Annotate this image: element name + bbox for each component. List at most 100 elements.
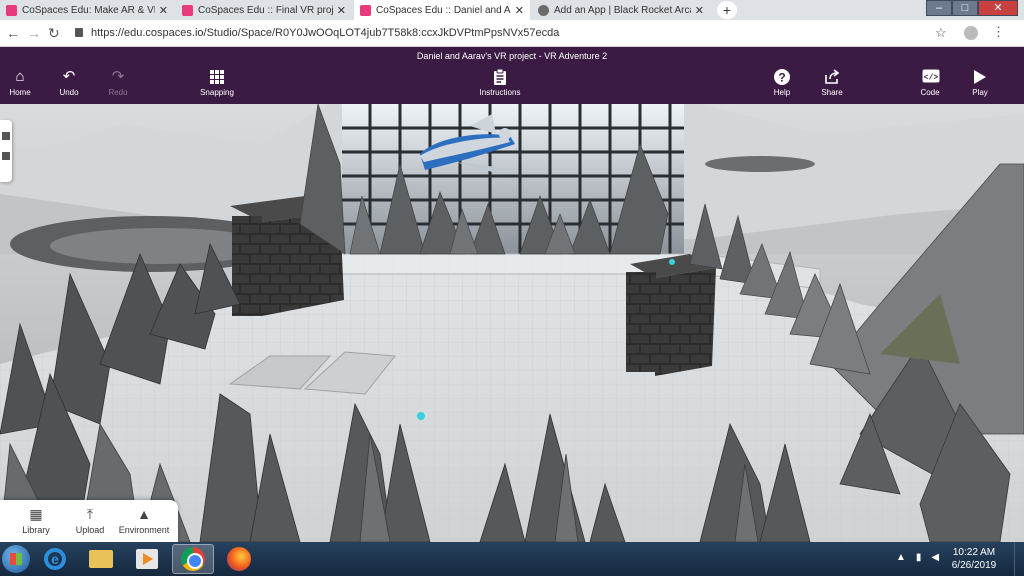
play-label: Play	[972, 88, 988, 97]
browser-tab-2[interactable]: CoSpaces Edu :: Final VR project ✕	[176, 0, 352, 20]
share-button[interactable]: Share	[810, 69, 854, 97]
help-label: Help	[773, 88, 791, 97]
grid-icon	[209, 69, 225, 85]
project-title: Daniel and Aarav's VR project - VR Adven…	[416, 51, 608, 61]
lock-icon	[75, 28, 83, 37]
minimize-button[interactable]: –	[926, 0, 952, 16]
browser-menu-icon[interactable]: ⋮	[992, 24, 1005, 40]
3d-viewport[interactable]	[0, 104, 1024, 542]
taskbar-clock[interactable]: 10:22 AM 6/26/2019	[944, 546, 1004, 572]
browser-tab-strip: CoSpaces Edu: Make AR & VR in ✕ CoSpaces…	[0, 0, 1024, 20]
svg-text:</>: </>	[924, 74, 939, 83]
browser-tab-3[interactable]: CoSpaces Edu :: Daniel and Aarav ✕	[354, 0, 530, 20]
tab-title: CoSpaces Edu: Make AR & VR in	[22, 4, 155, 16]
code-button[interactable]: </> Code	[908, 69, 952, 97]
code-icon: </>	[922, 69, 940, 85]
bottom-panel: ▦ Library ⤒ Upload ▲ Environment	[0, 500, 178, 542]
help-icon: ?	[774, 69, 790, 85]
library-button[interactable]: ▦ Library	[6, 506, 66, 535]
library-icon: ▦	[29, 506, 43, 522]
clock-date: 6/26/2019	[951, 560, 997, 571]
url-text: https://edu.cospaces.io/Studio/Space/R0Y…	[91, 27, 560, 39]
windows-logo-icon	[10, 553, 22, 565]
redo-label: Redo	[108, 88, 128, 97]
cospaces-icon	[360, 4, 371, 16]
undo-icon: ↶	[62, 68, 76, 85]
firefox-button[interactable]	[218, 544, 260, 574]
cospaces-icon	[182, 4, 193, 16]
cospaces-icon	[6, 4, 17, 16]
snapping-button[interactable]: Snapping	[195, 69, 239, 97]
library-label: Library	[22, 525, 50, 535]
close-icon[interactable]: ✕	[337, 4, 346, 17]
close-window-button[interactable]: ✕	[978, 0, 1018, 16]
url-field[interactable]: https://edu.cospaces.io/Studio/Space/R0Y…	[75, 24, 955, 43]
share-icon	[824, 69, 840, 85]
close-icon[interactable]: ✕	[159, 4, 168, 17]
play-button[interactable]: Play	[958, 69, 1002, 97]
profile-avatar[interactable]	[964, 26, 978, 40]
list-icon	[2, 152, 10, 160]
volume-icon[interactable]: ◀	[931, 552, 939, 563]
upload-label: Upload	[75, 525, 105, 535]
tray-expand-icon[interactable]: ▲	[896, 552, 906, 563]
close-icon[interactable]: ✕	[695, 4, 704, 17]
media-player-icon	[136, 549, 158, 569]
browser-tab-4[interactable]: Add an App | Black Rocket Arcad ✕	[532, 0, 710, 20]
firefox-icon	[227, 547, 251, 571]
redo-icon: ↷	[111, 68, 125, 85]
side-panel-toggle[interactable]	[0, 120, 12, 182]
image-icon	[2, 132, 10, 140]
globe-icon	[538, 4, 549, 16]
undo-label: Undo	[59, 88, 79, 97]
scene-render	[0, 104, 1024, 542]
instructions-button[interactable]: Instructions	[476, 68, 524, 97]
system-tray: ▲ ▮ ◀	[896, 552, 939, 563]
environment-button[interactable]: ▲ Environment	[114, 506, 174, 535]
tab-title: CoSpaces Edu :: Daniel and Aarav	[376, 4, 511, 16]
start-button[interactable]	[2, 545, 30, 573]
home-button[interactable]: ⌂ Home	[0, 68, 42, 98]
network-icon[interactable]: ▮	[916, 552, 922, 563]
environment-label: Environment	[118, 525, 170, 535]
chrome-icon	[181, 547, 205, 571]
windows-taskbar: e ▲ ▮ ◀ 10:22 AM 6/26/2019	[0, 542, 1024, 576]
bookmark-star-icon[interactable]: ☆	[935, 25, 947, 41]
address-bar: ← → ↻ https://edu.cospaces.io/Studio/Spa…	[0, 20, 1024, 47]
tab-title: CoSpaces Edu :: Final VR project	[198, 4, 333, 16]
redo-button[interactable]: ↷ Redo	[96, 68, 140, 98]
svg-text:?: ?	[778, 71, 785, 85]
close-icon[interactable]: ✕	[515, 4, 524, 17]
code-label: Code	[920, 88, 940, 97]
app-toolbar: Daniel and Aarav's VR project - VR Adven…	[0, 47, 1024, 104]
internet-explorer-button[interactable]: e	[34, 544, 76, 574]
undo-button[interactable]: ↶ Undo	[47, 68, 91, 98]
clipboard-icon	[492, 68, 508, 85]
landscape-icon: ▲	[137, 506, 151, 522]
show-desktop-button[interactable]	[1014, 542, 1024, 576]
share-label: Share	[821, 88, 843, 97]
brick-cube-right	[626, 254, 716, 376]
upload-button[interactable]: ⤒ Upload	[60, 506, 120, 535]
instructions-label: Instructions	[479, 88, 521, 97]
reload-icon[interactable]: ↻	[48, 25, 60, 42]
upload-icon: ⤒	[86, 506, 94, 522]
chrome-button[interactable]	[172, 544, 214, 574]
maximize-button[interactable]: □	[952, 0, 978, 16]
file-explorer-button[interactable]	[80, 544, 122, 574]
new-tab-button[interactable]: +	[717, 1, 737, 19]
browser-tab-1[interactable]: CoSpaces Edu: Make AR & VR in ✕	[0, 0, 174, 20]
tab-title: Add an App | Black Rocket Arcad	[554, 4, 691, 16]
forward-arrow-icon[interactable]: →	[27, 25, 41, 41]
internet-explorer-icon: e	[44, 548, 66, 570]
window-controls: – □ ✕	[926, 0, 1018, 16]
home-icon: ⌂	[15, 68, 25, 85]
media-player-button[interactable]	[126, 544, 168, 574]
clock-time: 10:22 AM	[952, 547, 996, 558]
play-icon	[972, 69, 988, 85]
home-label: Home	[9, 88, 31, 97]
snapping-label: Snapping	[200, 88, 234, 97]
help-button[interactable]: ? Help	[760, 69, 804, 97]
folder-icon	[89, 550, 113, 568]
back-arrow-icon[interactable]: ←	[6, 25, 20, 41]
